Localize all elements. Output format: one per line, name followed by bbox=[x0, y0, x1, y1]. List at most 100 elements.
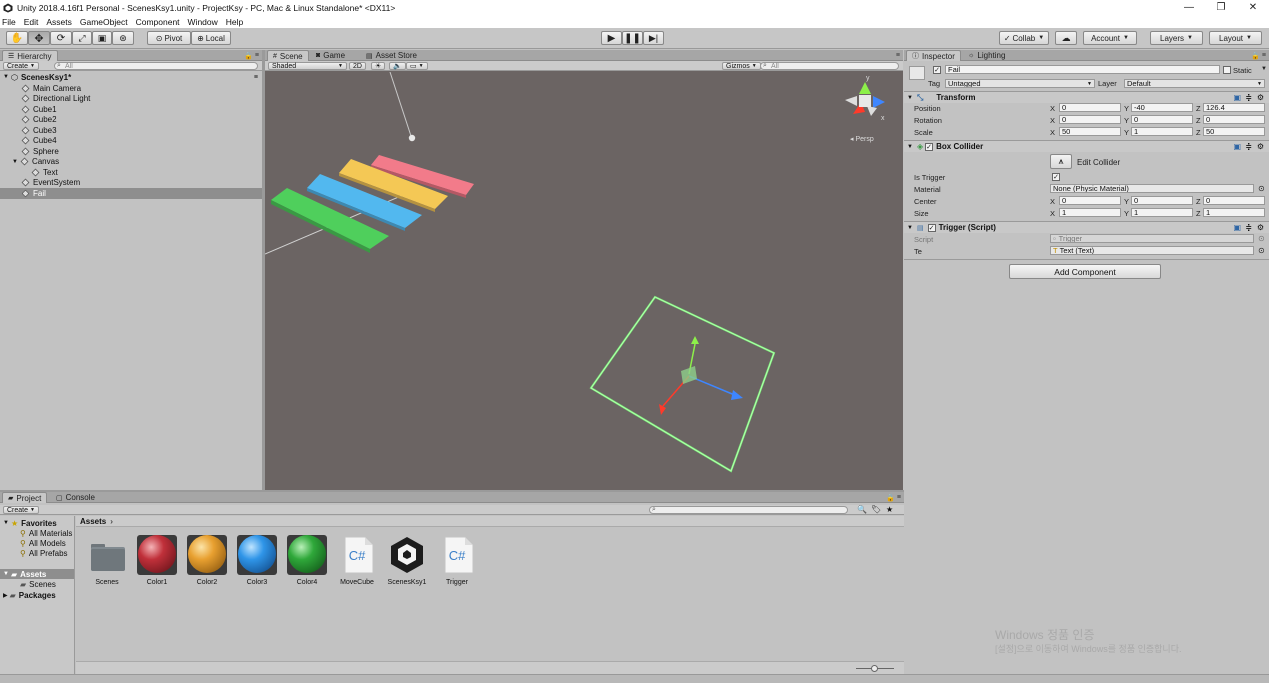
favorite-star-icon[interactable]: ★ bbox=[886, 505, 893, 514]
settings-gear-icon[interactable]: ⚙ bbox=[1257, 93, 1264, 102]
persp-label[interactable]: ◂ Persp bbox=[850, 136, 874, 143]
menu-component[interactable]: Component bbox=[136, 17, 180, 27]
gizmos-dropdown[interactable]: Gizmos ▼ bbox=[722, 62, 761, 70]
local-toggle[interactable]: ⊕ Local bbox=[191, 31, 231, 45]
minimize-button[interactable]: — bbox=[1173, 0, 1205, 15]
scale-z-field[interactable]: 50 bbox=[1203, 127, 1265, 136]
asset-item[interactable]: ScenesKsy1 bbox=[384, 535, 430, 586]
rotation-z-field[interactable]: 0 bbox=[1203, 115, 1265, 124]
expand-down-icon[interactable]: ▼ bbox=[3, 571, 9, 577]
help-icon[interactable]: ▣ bbox=[1233, 93, 1241, 102]
search-by-type-icon[interactable]: 🔍 bbox=[857, 505, 867, 514]
hierarchy-item[interactable]: Cube4 bbox=[0, 136, 262, 147]
tab-scene[interactable]: # Scene bbox=[267, 50, 309, 61]
expand-down-icon[interactable]: ▼ bbox=[3, 74, 9, 80]
menu-file[interactable]: File bbox=[2, 17, 16, 27]
favorite-item[interactable]: ⚲ All Prefabs bbox=[20, 548, 68, 558]
position-y-field[interactable]: -40 bbox=[1131, 103, 1193, 112]
zoom-slider-thumb[interactable] bbox=[871, 665, 878, 672]
expand-right-icon[interactable]: ▶ bbox=[3, 592, 8, 599]
preset-icon[interactable]: ≑ bbox=[1245, 142, 1252, 151]
scale-x-field[interactable]: 50 bbox=[1059, 127, 1121, 136]
rotate-tool-button[interactable]: ⟳ bbox=[50, 31, 72, 45]
asset-item[interactable]: Scenes bbox=[84, 535, 130, 586]
hierarchy-item[interactable]: Sphere bbox=[0, 146, 262, 157]
static-checkbox[interactable] bbox=[1223, 66, 1231, 74]
object-picker-icon[interactable]: ⊙ bbox=[1258, 184, 1265, 193]
layout-dropdown[interactable]: Layout ▼ bbox=[1209, 31, 1262, 45]
z-arrow-icon[interactable] bbox=[731, 390, 743, 400]
favorite-item[interactable]: ⚲ All Models bbox=[20, 538, 66, 548]
settings-gear-icon[interactable]: ⚙ bbox=[1257, 223, 1264, 232]
hierarchy-create-button[interactable]: Create ▼ bbox=[3, 62, 39, 70]
asset-item[interactable]: C# Trigger bbox=[434, 535, 480, 586]
panel-menu-icon[interactable]: ≡ bbox=[255, 52, 259, 59]
hierarchy-item[interactable]: Text bbox=[0, 167, 262, 178]
rotation-y-field[interactable]: 0 bbox=[1131, 115, 1193, 124]
panel-menu-icon[interactable]: ≡ bbox=[897, 494, 901, 501]
menu-assets[interactable]: Assets bbox=[46, 17, 72, 27]
lock-icon[interactable]: 🔒 bbox=[1251, 52, 1260, 60]
hierarchy-item[interactable]: Main Camera bbox=[0, 83, 262, 94]
box-collider-header[interactable]: ▼ ◈ ✓ Box Collider ▣ ≑ ⚙ bbox=[904, 140, 1269, 152]
transform-header[interactable]: ▼ ⤡ Transform ▣ ≑ ⚙ bbox=[904, 91, 1269, 103]
move-tool-button[interactable]: ✥ bbox=[28, 31, 50, 45]
asset-item[interactable]: Color2 bbox=[184, 535, 230, 586]
position-x-field[interactable]: 0 bbox=[1059, 103, 1121, 112]
hierarchy-item[interactable]: Cube3 bbox=[0, 125, 262, 136]
scene-search-input[interactable]: All bbox=[760, 62, 899, 70]
y-arrow-icon[interactable] bbox=[691, 336, 699, 344]
effects-dropdown[interactable]: ▭ ▼ bbox=[406, 62, 428, 70]
asset-item[interactable]: Color4 bbox=[284, 535, 330, 586]
favorite-item[interactable]: ⚲ All Materials bbox=[20, 528, 72, 538]
layer-dropdown[interactable]: Default ▼ bbox=[1124, 79, 1265, 88]
panel-menu-icon[interactable]: ≡ bbox=[896, 52, 900, 59]
trigger-script-header[interactable]: ▼ ▤ ✓ Trigger (Script) ▣ ≑ ⚙ bbox=[904, 221, 1269, 233]
position-z-field[interactable]: 126.4 bbox=[1203, 103, 1265, 112]
tab-lighting[interactable]: ☼ Lighting bbox=[963, 50, 1010, 61]
hierarchy-item[interactable]: Cube2 bbox=[0, 115, 262, 126]
asset-item[interactable]: C# MoveCube bbox=[334, 535, 380, 586]
tab-console[interactable]: ▢ Console bbox=[51, 492, 100, 503]
restore-button[interactable]: ❐ bbox=[1205, 0, 1237, 15]
light-gizmo[interactable] bbox=[408, 134, 416, 142]
transform-tool-button[interactable]: ⊛ bbox=[112, 31, 134, 45]
center-y-field[interactable]: 0 bbox=[1131, 196, 1193, 205]
size-y-field[interactable]: 1 bbox=[1131, 208, 1193, 217]
size-z-field[interactable]: 1 bbox=[1203, 208, 1265, 217]
hand-tool-button[interactable]: ✋ bbox=[6, 31, 28, 45]
asset-item[interactable]: Color1 bbox=[134, 535, 180, 586]
audio-toggle[interactable]: 🔈 bbox=[389, 62, 406, 70]
tab-inspector[interactable]: ⓘ Inspector bbox=[906, 50, 961, 61]
expand-down-icon[interactable]: ▼ bbox=[907, 225, 913, 231]
panel-menu-icon[interactable]: ≡ bbox=[1262, 52, 1266, 59]
help-icon[interactable]: ▣ bbox=[1233, 223, 1241, 232]
active-checkbox[interactable]: ✓ bbox=[933, 66, 941, 74]
account-dropdown[interactable]: Account ▼ bbox=[1083, 31, 1137, 45]
pause-button[interactable]: ❚❚ bbox=[622, 31, 643, 45]
center-x-field[interactable]: 0 bbox=[1059, 196, 1121, 205]
tag-dropdown[interactable]: Untagged ▼ bbox=[945, 79, 1095, 88]
folder-item[interactable]: ▰ Scenes bbox=[20, 579, 56, 589]
menu-help[interactable]: Help bbox=[226, 17, 243, 27]
menu-edit[interactable]: Edit bbox=[24, 17, 39, 27]
search-by-label-icon[interactable]: 🏷 bbox=[871, 505, 881, 514]
expand-down-icon[interactable]: ▼ bbox=[3, 520, 9, 526]
hierarchy-item[interactable]: ▼ Canvas bbox=[0, 157, 262, 168]
tab-hierarchy[interactable]: ☰ Hierarchy bbox=[2, 50, 58, 61]
scene-viewport[interactable]: y x ◂ Persp bbox=[265, 72, 903, 490]
asset-item[interactable]: Color3 bbox=[234, 535, 280, 586]
tab-project[interactable]: ▰ Project bbox=[2, 492, 48, 503]
expand-down-icon[interactable]: ▼ bbox=[907, 95, 913, 101]
menu-window[interactable]: Window bbox=[188, 17, 218, 27]
edit-collider-button[interactable]: ⩚ bbox=[1050, 154, 1072, 169]
lighting-toggle[interactable]: ☀ bbox=[371, 62, 386, 70]
settings-gear-icon[interactable]: ⚙ bbox=[1257, 142, 1264, 151]
te-field[interactable]: T Text (Text) bbox=[1050, 246, 1254, 255]
add-component-button[interactable]: Add Component bbox=[1009, 264, 1161, 279]
play-button[interactable]: ▶ bbox=[601, 31, 622, 45]
favorites-group[interactable]: ▼ ★ Favorites bbox=[3, 518, 57, 528]
help-icon[interactable]: ▣ bbox=[1233, 142, 1241, 151]
is-trigger-checkbox[interactable]: ✓ bbox=[1052, 173, 1060, 181]
object-picker-icon[interactable]: ⊙ bbox=[1258, 246, 1265, 255]
